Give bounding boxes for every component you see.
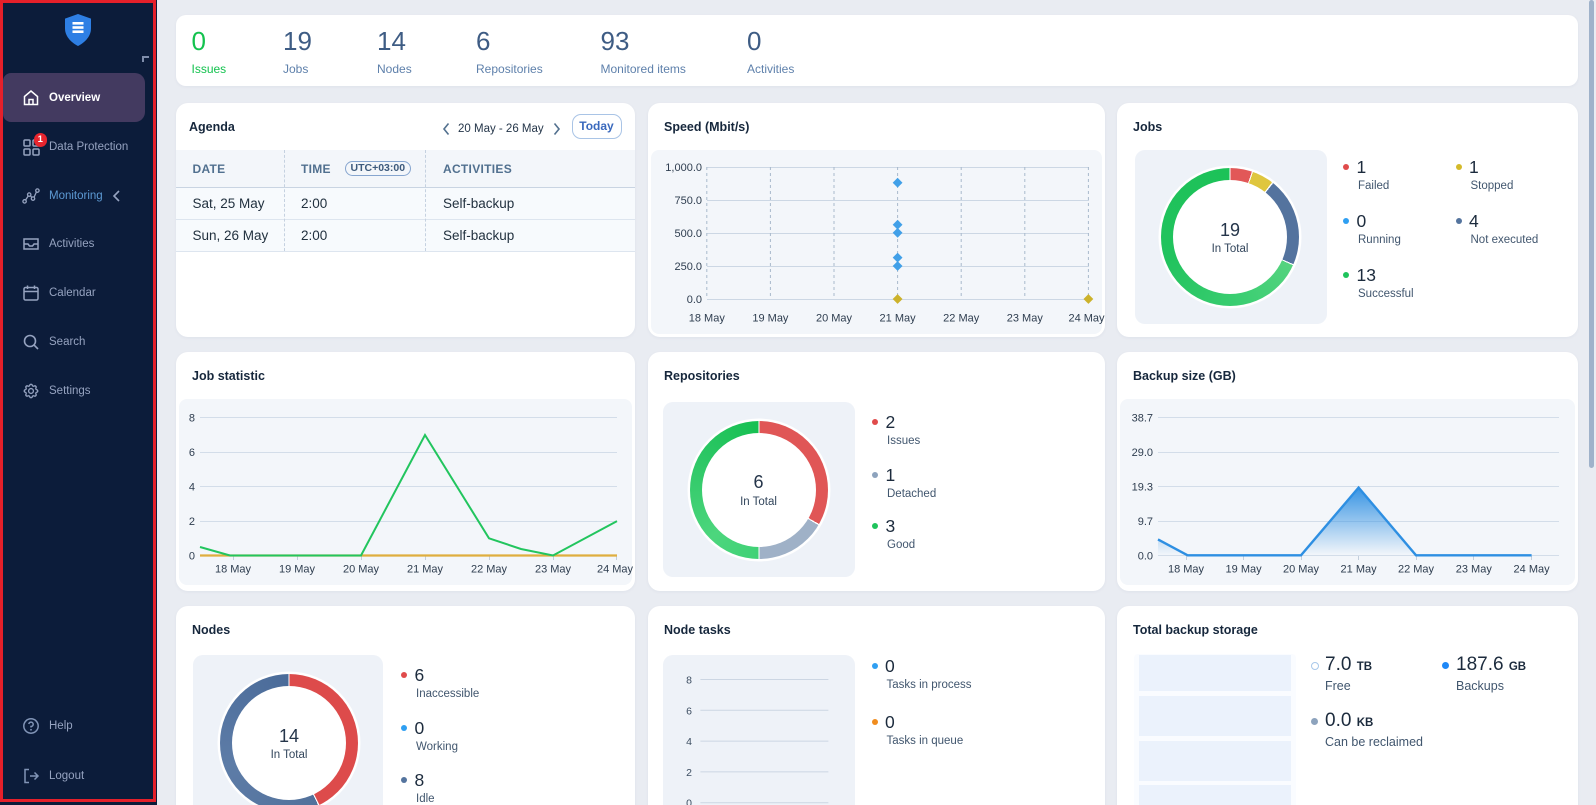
svg-text:19 May: 19 May [1226, 564, 1263, 576]
svg-text:29.0: 29.0 [1132, 447, 1153, 459]
svg-text:18 May: 18 May [215, 564, 252, 576]
svg-text:2: 2 [686, 767, 692, 779]
svg-text:250.0: 250.0 [674, 261, 702, 273]
svg-text:0.0: 0.0 [687, 294, 702, 306]
svg-text:23 May: 23 May [1007, 313, 1044, 325]
svg-text:0: 0 [686, 798, 692, 805]
svg-text:9.7: 9.7 [1138, 516, 1153, 528]
svg-text:24 May: 24 May [1068, 313, 1105, 325]
svg-text:750.0: 750.0 [674, 195, 702, 207]
svg-text:500.0: 500.0 [674, 228, 702, 240]
svg-text:24 May: 24 May [1514, 564, 1551, 576]
svg-text:2: 2 [189, 516, 195, 528]
svg-text:0.0: 0.0 [1138, 551, 1153, 563]
svg-text:38.7: 38.7 [1132, 413, 1153, 425]
svg-text:21 May: 21 May [407, 564, 444, 576]
svg-text:4: 4 [686, 736, 692, 748]
svg-text:23 May: 23 May [535, 564, 572, 576]
svg-text:6: 6 [189, 447, 195, 459]
svg-text:21 May: 21 May [880, 313, 917, 325]
svg-text:22 May: 22 May [943, 313, 980, 325]
svg-text:20 May: 20 May [343, 564, 380, 576]
svg-text:4: 4 [189, 482, 195, 494]
svg-text:1,000.0: 1,000.0 [665, 162, 702, 174]
svg-text:24 May: 24 May [597, 564, 634, 576]
svg-text:8: 8 [686, 675, 692, 687]
svg-text:18 May: 18 May [1168, 564, 1205, 576]
svg-text:6: 6 [686, 705, 692, 717]
svg-text:21 May: 21 May [1341, 564, 1378, 576]
svg-text:20 May: 20 May [816, 313, 853, 325]
svg-text:19.3: 19.3 [1132, 482, 1153, 494]
svg-text:19 May: 19 May [279, 564, 316, 576]
svg-text:19 May: 19 May [752, 313, 789, 325]
svg-text:22 May: 22 May [471, 564, 508, 576]
svg-text:0: 0 [189, 551, 195, 563]
svg-text:20 May: 20 May [1283, 564, 1320, 576]
svg-text:18 May: 18 May [689, 313, 726, 325]
svg-text:22 May: 22 May [1398, 564, 1435, 576]
svg-text:23 May: 23 May [1456, 564, 1493, 576]
svg-text:8: 8 [189, 413, 195, 425]
